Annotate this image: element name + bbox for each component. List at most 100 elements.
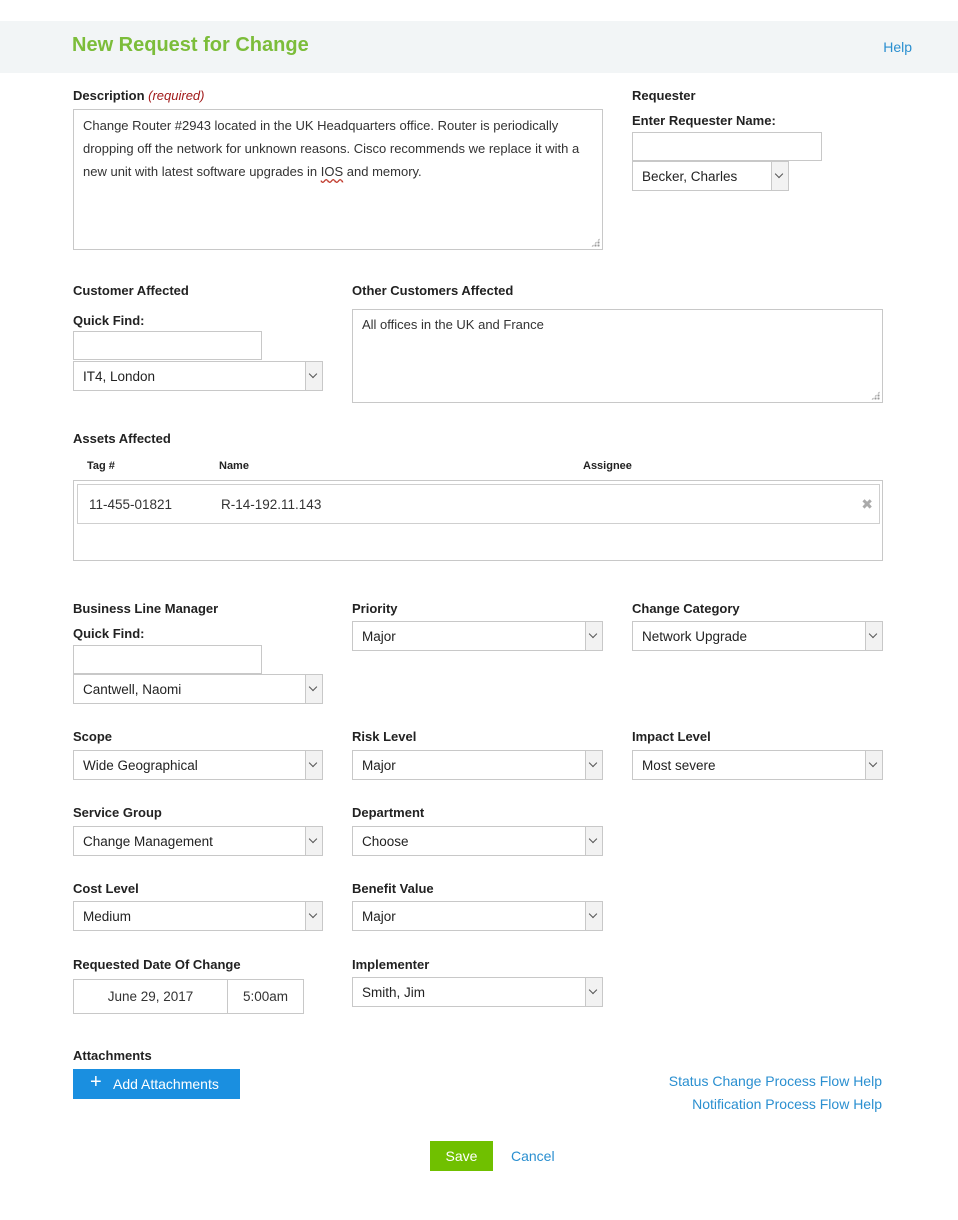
cost-level-select[interactable]: Medium	[73, 901, 323, 931]
blm-quick-find-input[interactable]	[73, 645, 262, 674]
column-header-tag: Tag #	[87, 460, 115, 472]
change-category-select[interactable]: Network Upgrade	[632, 621, 883, 651]
other-customers-text: All offices in the UK and France	[362, 317, 544, 332]
other-customers-textarea[interactable]: All offices in the UK and France	[352, 309, 883, 403]
plus-icon: +	[90, 1071, 102, 1093]
customer-quick-find-input[interactable]	[73, 331, 262, 360]
service-group-select-arrow[interactable]	[305, 827, 322, 855]
date-picker[interactable]: June 29, 2017	[73, 979, 228, 1014]
department-label: Department	[352, 805, 425, 820]
risk-level-select[interactable]: Major	[352, 750, 603, 780]
priority-select-value: Major	[362, 629, 396, 644]
change-category-label: Change Category	[632, 601, 740, 616]
description-label: Description (required)	[73, 88, 205, 103]
cost-level-select-value: Medium	[83, 909, 132, 924]
chevron-down-icon	[588, 758, 598, 768]
add-attachments-button[interactable]: + Add Attachments	[73, 1069, 240, 1099]
customer-select[interactable]: IT4, London	[73, 361, 323, 391]
benefit-value-select-value: Major	[362, 909, 396, 924]
scope-select-value: Wide Geographical	[83, 758, 198, 773]
requester-select-arrow[interactable]	[771, 162, 788, 190]
scope-select[interactable]: Wide Geographical	[73, 750, 323, 780]
priority-select[interactable]: Major	[352, 621, 603, 651]
other-customers-label: Other Customers Affected	[352, 283, 514, 298]
implementer-select-value: Smith, Jim	[362, 985, 426, 1000]
chevron-down-icon	[588, 985, 598, 995]
benefit-value-label: Benefit Value	[352, 881, 434, 896]
scope-select-arrow[interactable]	[305, 751, 322, 779]
priority-label: Priority	[352, 601, 398, 616]
implementer-select[interactable]: Smith, Jim	[352, 977, 603, 1007]
status-change-flow-help-link[interactable]: Status Change Process Flow Help	[669, 1073, 882, 1089]
requester-select-value: Becker, Charles	[642, 169, 738, 184]
benefit-value-select-arrow[interactable]	[585, 902, 602, 930]
resize-handle[interactable]	[871, 391, 880, 400]
chevron-down-icon	[868, 758, 878, 768]
benefit-value-select[interactable]: Major	[352, 901, 603, 931]
customer-affected-label: Customer Affected	[73, 283, 189, 298]
priority-select-arrow[interactable]	[585, 622, 602, 650]
chevron-down-icon	[308, 909, 318, 919]
attachments-label: Attachments	[73, 1048, 152, 1063]
service-group-select-value: Change Management	[83, 834, 213, 849]
column-header-assignee: Assignee	[583, 460, 632, 472]
chevron-down-icon	[588, 834, 598, 844]
chevron-down-icon	[308, 369, 318, 379]
requester-label: Requester	[632, 88, 696, 103]
department-select[interactable]: Choose	[352, 826, 603, 856]
description-label-text: Description	[73, 88, 145, 103]
notification-flow-help-link[interactable]: Notification Process Flow Help	[692, 1096, 882, 1112]
required-note: (required)	[148, 88, 205, 103]
cancel-link[interactable]: Cancel	[511, 1148, 555, 1164]
chevron-down-icon	[308, 758, 318, 768]
impact-level-label: Impact Level	[632, 729, 711, 744]
blm-quick-find-label: Quick Find:	[73, 626, 145, 641]
chevron-down-icon	[588, 909, 598, 919]
resize-handle[interactable]	[591, 238, 600, 247]
asset-name: R-14-192.11.143	[221, 497, 322, 512]
customer-select-value: IT4, London	[83, 369, 156, 384]
table-row[interactable]: 11-455-01821 R-14-192.11.143 ✖	[77, 484, 880, 524]
chevron-down-icon	[308, 682, 318, 692]
remove-icon[interactable]: ✖	[861, 496, 873, 513]
customer-select-arrow[interactable]	[305, 362, 322, 390]
misspelled-word: IOS	[320, 164, 344, 179]
implementer-label: Implementer	[352, 957, 430, 972]
time-picker[interactable]: 5:00am	[227, 979, 304, 1014]
assets-affected-label: Assets Affected	[73, 431, 171, 446]
chevron-down-icon	[308, 834, 318, 844]
implementer-select-arrow[interactable]	[585, 978, 602, 1006]
department-select-arrow[interactable]	[585, 827, 602, 855]
page-header: New Request for Change Help	[0, 21, 958, 73]
impact-level-select[interactable]: Most severe	[632, 750, 883, 780]
change-category-select-arrow[interactable]	[865, 622, 882, 650]
description-textarea[interactable]: Change Router #2943 located in the UK He…	[73, 109, 603, 250]
scope-label: Scope	[73, 729, 113, 744]
page-title: New Request for Change	[72, 34, 309, 56]
requester-enter-label: Enter Requester Name:	[632, 113, 776, 128]
blm-select-arrow[interactable]	[305, 675, 322, 703]
requester-select[interactable]: Becker, Charles	[632, 161, 789, 191]
add-attachments-label: Add Attachments	[113, 1076, 219, 1092]
chevron-down-icon	[774, 169, 784, 179]
risk-level-select-arrow[interactable]	[585, 751, 602, 779]
change-category-select-value: Network Upgrade	[642, 629, 748, 644]
help-link[interactable]: Help	[883, 39, 912, 55]
cost-level-label: Cost Level	[73, 881, 139, 896]
business-line-manager-label: Business Line Manager	[73, 601, 219, 616]
impact-level-select-arrow[interactable]	[865, 751, 882, 779]
risk-level-label: Risk Level	[352, 729, 417, 744]
assets-table: 11-455-01821 R-14-192.11.143 ✖	[73, 480, 883, 561]
column-header-name: Name	[219, 460, 249, 472]
save-button[interactable]: Save	[430, 1141, 493, 1171]
cost-level-select-arrow[interactable]	[305, 902, 322, 930]
impact-level-select-value: Most severe	[642, 758, 716, 773]
blm-select[interactable]: Cantwell, Naomi	[73, 674, 323, 704]
chevron-down-icon	[588, 629, 598, 639]
service-group-select[interactable]: Change Management	[73, 826, 323, 856]
service-group-label: Service Group	[73, 805, 162, 820]
customer-quick-find-label: Quick Find:	[73, 313, 145, 328]
asset-tag: 11-455-01821	[89, 497, 173, 512]
requester-name-input[interactable]	[632, 132, 822, 161]
department-select-value: Choose	[362, 834, 409, 849]
